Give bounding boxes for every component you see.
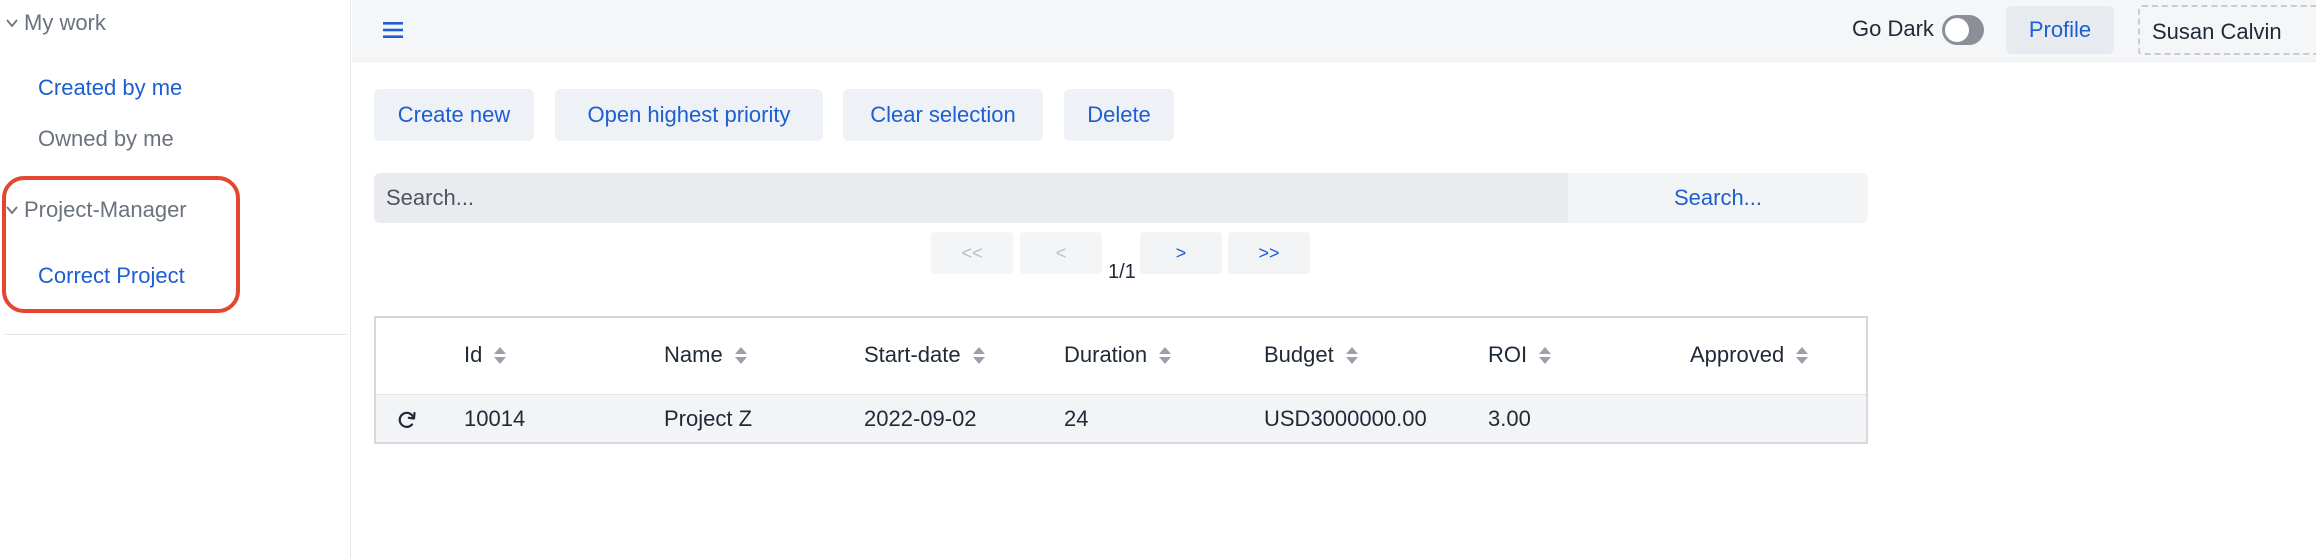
table-header: Id Name Start-date Duration Budget ROI A… [376,318,1866,395]
toggle-knob [1945,18,1969,42]
sort-icon [494,346,507,364]
column-header-duration[interactable]: Duration [1064,342,1172,368]
table-row[interactable]: 10014 Project Z 2022-09-02 24 USD3000000… [376,395,1866,442]
column-header-roi[interactable]: ROI [1488,342,1552,368]
first-page-button[interactable]: << [931,232,1013,274]
menu-icon[interactable] [380,18,406,42]
page-indicator: 1/1 [1108,261,1136,283]
column-header-approved[interactable]: Approved [1690,342,1809,368]
column-label: Id [464,342,483,367]
column-header-id[interactable]: Id [464,342,507,368]
sidebar-group-label: My work [24,10,106,35]
sidebar-item-correct-project[interactable]: Correct Project [38,263,185,289]
chevron-down-icon [0,11,24,35]
sidebar-item-created-by-me[interactable]: Created by me [38,75,182,101]
clear-selection-button[interactable]: Clear selection [843,89,1043,141]
sort-icon [972,346,985,364]
sort-icon [1345,346,1358,364]
sort-icon [1539,346,1552,364]
go-dark-label: Go Dark [1852,16,1934,41]
column-label: ROI [1488,342,1528,367]
sort-icon [734,346,747,364]
profile-button[interactable]: Profile [2006,6,2114,54]
sidebar-divider [5,334,347,335]
column-header-start-date[interactable]: Start-date [864,342,985,368]
cell-budget: USD3000000.00 [1264,406,1427,431]
open-highest-priority-button[interactable]: Open highest priority [555,89,823,141]
sort-icon [1159,346,1172,364]
sidebar-group-project-manager[interactable]: Project-Manager [0,197,187,223]
column-label: Budget [1264,342,1334,367]
create-new-button[interactable]: Create new [374,89,534,141]
column-header-budget[interactable]: Budget [1264,342,1358,368]
column-label: Start-date [864,342,961,367]
cell-name: Project Z [664,406,753,431]
column-label: Duration [1064,342,1148,367]
dark-mode-toggle[interactable] [1942,15,1984,45]
last-page-button[interactable]: >> [1228,232,1310,274]
sort-icon [1796,346,1809,364]
chevron-down-icon [0,198,24,222]
cell-start-date: 2022-09-02 [864,406,977,431]
cell-id: 10014 [464,406,526,431]
cell-roi: 3.00 [1488,406,1531,431]
delete-button[interactable]: Delete [1064,89,1174,141]
search-button[interactable]: Search... [1568,173,1868,223]
refresh-icon[interactable] [396,409,418,431]
user-menu-button[interactable]: Susan Calvin [2138,5,2316,55]
sidebar-item-owned-by-me[interactable]: Owned by me [38,126,174,152]
next-page-button[interactable]: > [1140,232,1222,274]
column-header-name[interactable]: Name [664,342,747,368]
cell-duration: 24 [1064,406,1089,431]
column-label: Name [664,342,723,367]
sidebar-group-label: Project-Manager [24,197,187,222]
projects-table: Id Name Start-date Duration Budget ROI A… [374,316,1868,444]
sidebar: My work Created by me Owned by me Projec… [0,0,351,558]
search-input[interactable] [374,173,1568,223]
sidebar-group-my-work[interactable]: My work [0,10,106,36]
column-label: Approved [1690,342,1785,367]
topbar: Go Dark Profile Susan Calvin [352,0,2316,62]
prev-page-button[interactable]: < [1020,232,1102,274]
